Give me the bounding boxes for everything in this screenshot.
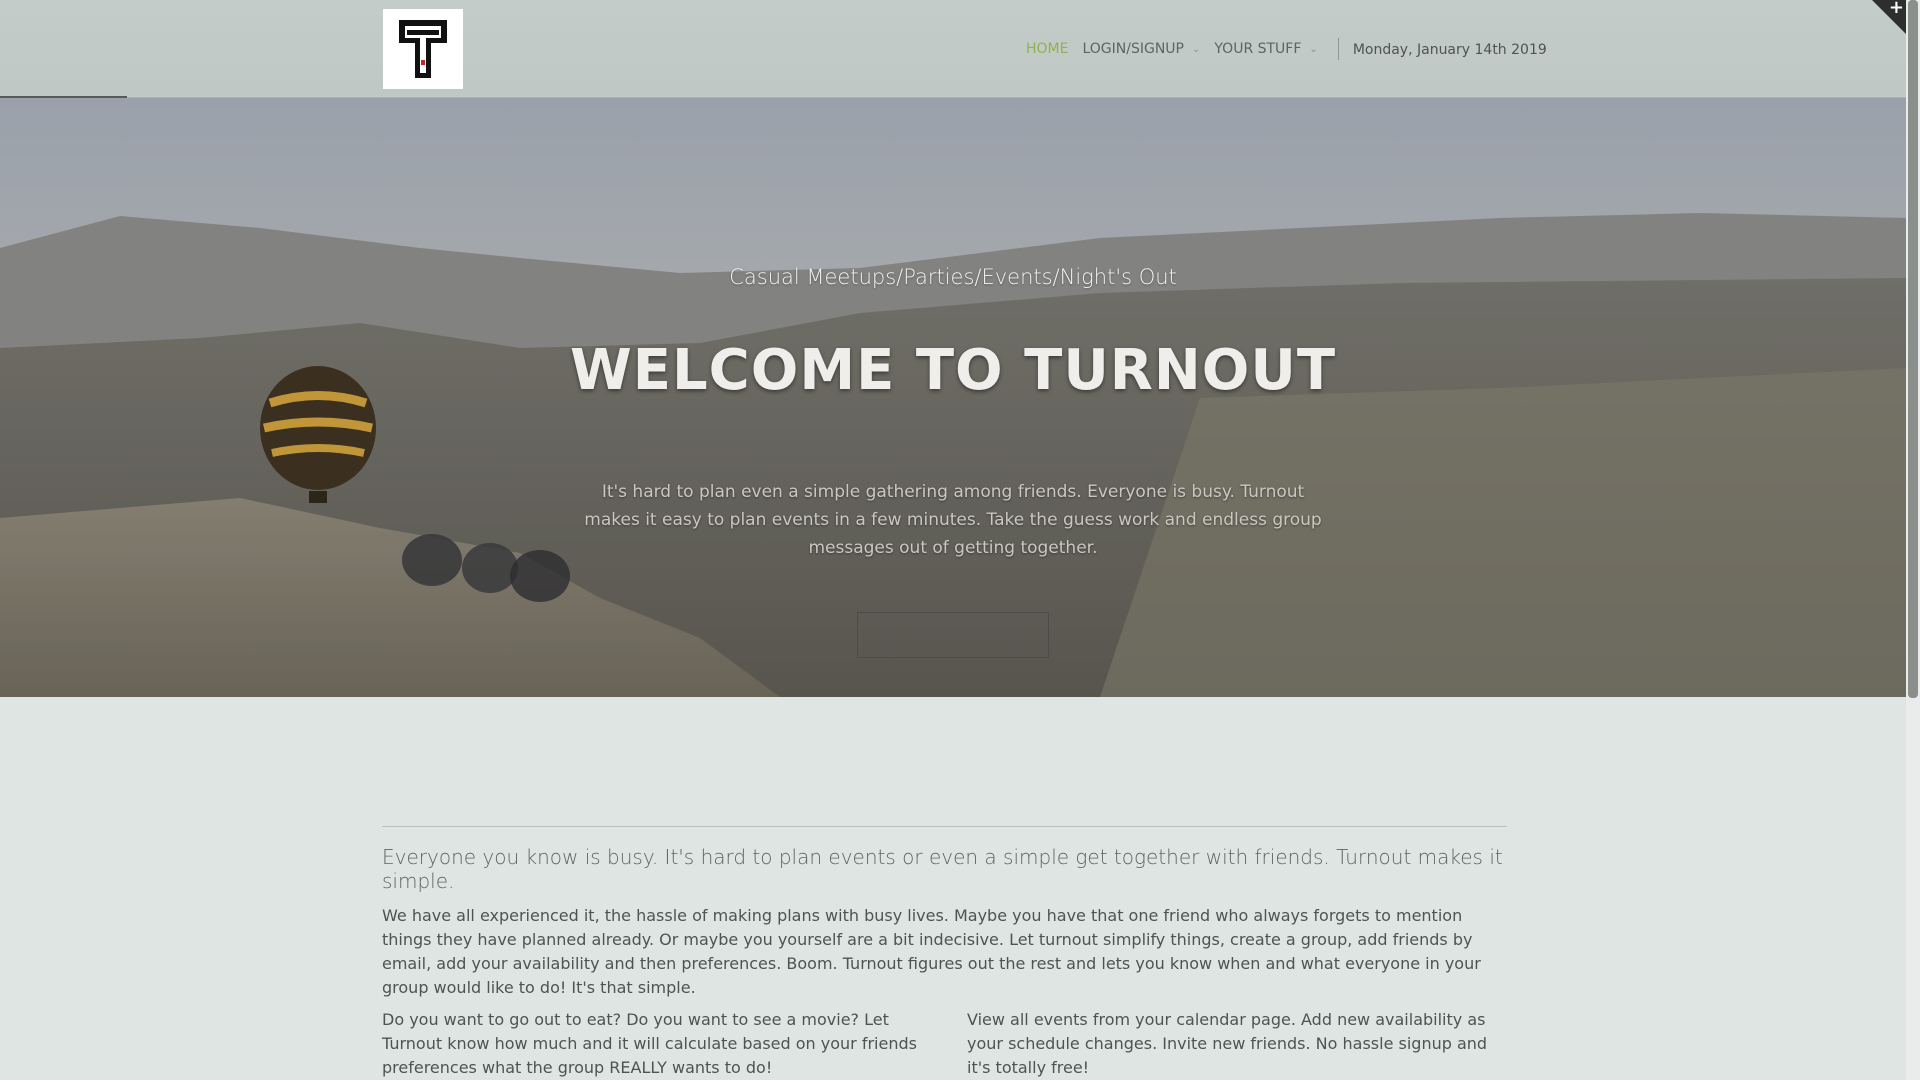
turnout-logo-icon [399,20,447,78]
hero-section: Casual Meetups/Parties/Events/Night's Ou… [0,98,1906,697]
feature-right-text: View all events from your calendar page.… [967,1010,1488,1077]
hero-tagline: Casual Meetups/Parties/Events/Night's Ou… [729,265,1177,289]
hero-title: WELCOME TO TURNOUT [569,338,1337,403]
intro-lead: Everyone you know is busy. It's hard to … [382,845,1503,893]
nav-divider [1337,38,1339,60]
chevron-down-icon: ⌄ [1192,43,1201,55]
nav-home[interactable]: HOME [1026,41,1068,57]
content-divider [382,826,1507,827]
join-free-button[interactable]: Join for free today! [857,612,1049,658]
hero-description: It's hard to plan even a simple gatherin… [584,482,1322,558]
site-header: HOME LOGIN/SIGNUP ⌄ YOUR STUFF ⌄ Monday,… [0,0,1906,98]
main-nav: HOME LOGIN/SIGNUP ⌄ YOUR STUFF ⌄ Monday,… [1026,38,1547,60]
page-scrollbar[interactable] [1906,0,1920,1080]
nav-your-stuff-label: YOUR STUFF [1214,41,1302,57]
nav-login-label: LOGIN/SIGNUP [1082,41,1184,57]
nav-home-label: HOME [1026,41,1069,57]
intro-paragraph: We have all experienced it, the hassle o… [382,906,1481,997]
plus-icon[interactable]: + [1889,0,1904,18]
chevron-down-icon: ⌄ [1309,43,1318,55]
feature-left-text: Do you want to go out to eat? Do you wan… [382,1010,917,1077]
nav-your-stuff[interactable]: YOUR STUFF ⌄ [1214,41,1317,57]
site-logo[interactable] [383,9,463,89]
scrollbar-thumb[interactable] [1908,0,1918,698]
current-date: Monday, January 14th 2019 [1352,42,1547,58]
nav-login-signup[interactable]: LOGIN/SIGNUP ⌄ [1082,41,1200,57]
